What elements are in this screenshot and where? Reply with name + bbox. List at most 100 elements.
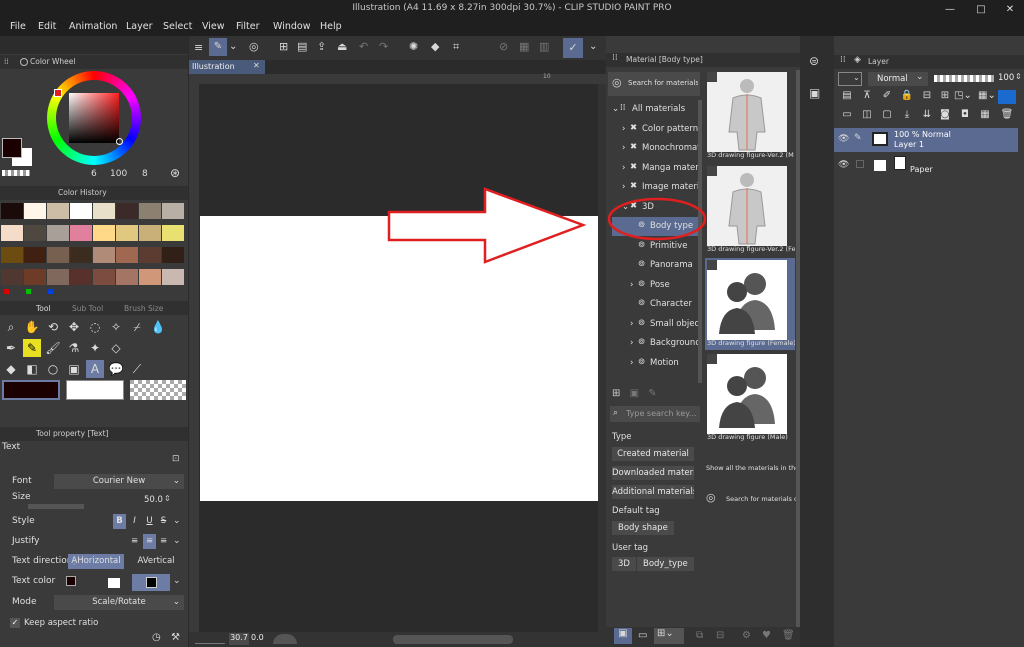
search-materials-button[interactable]: ◎ Search for materials on [608, 72, 700, 96]
color-history-swatch[interactable] [93, 269, 115, 285]
color-history-swatch[interactable] [162, 247, 184, 263]
menu-edit[interactable]: Edit [38, 21, 56, 32]
vertical-button[interactable]: AVertical [128, 554, 184, 569]
tab-brush-size[interactable]: Brush Size [124, 304, 163, 313]
italic-button[interactable]: I [128, 514, 141, 529]
new-folder-icon[interactable]: ▢ [880, 109, 894, 121]
rotation-dial[interactable] [273, 634, 297, 644]
eye-icon[interactable]: 👁 [838, 160, 849, 170]
tree-item-monochromatic[interactable]: › ✖ Monochromatic [612, 139, 700, 158]
menu-file[interactable]: File [10, 21, 26, 32]
color-mode-icon[interactable]: ⊛ [170, 166, 180, 180]
color-history-swatch[interactable] [47, 225, 69, 241]
color-history-swatch[interactable] [93, 247, 115, 263]
color-history-swatch[interactable] [139, 269, 161, 285]
tree-item-pose[interactable]: › ⊚ Pose [612, 276, 700, 295]
lasso-icon[interactable]: ◌ [86, 318, 104, 336]
edit-icon[interactable]: ✎ [648, 388, 656, 399]
layer-row[interactable]: 👁 Paper [834, 155, 1018, 177]
apply-mask-icon[interactable]: ◘ [958, 109, 972, 121]
list-view-icon[interactable]: ▣ [614, 628, 632, 644]
color-history-swatch[interactable] [162, 225, 184, 241]
loading-icon[interactable]: ✺ [409, 40, 418, 53]
mask-icon[interactable]: ⊞ [938, 90, 952, 102]
chevron-down-icon[interactable]: ⌄ [173, 516, 181, 526]
tree-item-panorama[interactable]: ⊚ Panorama [612, 256, 700, 275]
color-history-swatch[interactable] [162, 269, 184, 285]
chevron-down-icon[interactable]: ⌄ [229, 41, 237, 52]
blend-mode-select[interactable]: Normal ⌄ [868, 72, 928, 86]
brush-icon[interactable]: 🖌 [44, 339, 62, 357]
delete-icon[interactable]: 🗑 [782, 630, 795, 641]
color-history-swatch[interactable] [1, 203, 23, 219]
upload-icon[interactable]: ⇪ [317, 40, 326, 53]
menu-animation[interactable]: Animation [69, 21, 117, 32]
menu-icon[interactable]: ≡ [194, 41, 203, 54]
align-center-icon[interactable]: ≡ [143, 534, 156, 549]
menu-layer[interactable]: Layer [126, 21, 153, 32]
snap-icon[interactable]: ✓ [563, 38, 583, 58]
search-materials-link[interactable]: Search for materials on [726, 495, 796, 503]
stepper-icon[interactable]: ⇕ [1015, 72, 1022, 81]
layer-row[interactable]: 👁 ✎ 100 % Normal Layer 1 [834, 128, 1018, 152]
delete-layer-icon[interactable]: 🗑 [1000, 109, 1014, 121]
redo-icon[interactable]: ↷ [379, 40, 388, 53]
palette-color-icon[interactable]: ▦⌄ [978, 90, 996, 102]
navigator-icon[interactable]: ▣ [809, 86, 820, 100]
main-color-chip[interactable] [2, 138, 22, 158]
material-thumbnail[interactable] [707, 354, 787, 434]
menu-select[interactable]: Select [163, 21, 192, 32]
text-icon[interactable]: A [86, 360, 104, 378]
created-material-button[interactable]: Created material [612, 447, 694, 461]
rotation-value[interactable]: 0.0 [251, 633, 267, 645]
color-history-swatch[interactable] [139, 203, 161, 219]
heart-icon[interactable]: ♥ [762, 630, 771, 641]
clip-layer-icon[interactable]: ▤ [840, 90, 854, 102]
material-thumbnail[interactable] [707, 260, 787, 340]
rotate-icon[interactable]: ⟲ [44, 318, 62, 336]
lock-alpha-icon[interactable]: ⊟ [920, 90, 934, 102]
material-thumbnail[interactable] [707, 72, 787, 152]
navigator-slider[interactable] [195, 634, 225, 644]
thumbnail-check[interactable] [707, 260, 717, 270]
hue-marker[interactable] [54, 89, 62, 97]
chevron-right-icon[interactable]: › [630, 358, 633, 368]
text-sub-color[interactable] [108, 578, 120, 588]
fill-icon[interactable]: ◆ [2, 360, 20, 378]
chevron-right-icon[interactable]: › [622, 182, 625, 192]
tab-illustration[interactable]: Illustration ✕ [189, 60, 265, 74]
color-history-swatch[interactable] [70, 247, 92, 263]
color-history-swatch[interactable] [139, 225, 161, 241]
new-file-icon[interactable]: ⊞ [279, 40, 288, 53]
wand-icon[interactable]: ✧ [107, 318, 125, 336]
align-left-icon[interactable]: ≡ [128, 534, 141, 549]
eye-icon[interactable]: 👁 [838, 134, 849, 144]
transfer-down-icon[interactable]: ⤓ [900, 109, 914, 121]
settings-icon[interactable]: ⚙ [742, 630, 751, 641]
color-history-swatch[interactable] [116, 225, 138, 241]
tree-item-all-materials[interactable]: ⌄ ⁞⁞ All materials [612, 100, 700, 119]
layer-check[interactable] [856, 160, 864, 168]
brush-toggle-icon[interactable]: ✎ [209, 38, 227, 56]
chevron-down-icon[interactable]: ⌄ [173, 576, 181, 586]
pen-icon[interactable]: ✒ [2, 339, 20, 357]
clip-studio-icon[interactable]: ◎ [706, 491, 716, 504]
color-history-swatch[interactable] [116, 247, 138, 263]
strike-button[interactable]: S [157, 514, 170, 529]
eraser-icon[interactable]: ◇ [107, 339, 125, 357]
fill-icon[interactable]: ◆ [431, 40, 439, 53]
menu-help[interactable]: Help [320, 21, 342, 32]
zoom-value[interactable]: 30.7 [229, 633, 249, 645]
ruler-icon[interactable]: ⟋ [128, 360, 146, 378]
chevron-down-icon[interactable]: ⌄ [612, 104, 619, 114]
align-right-icon[interactable]: ≡ [157, 534, 170, 549]
lock-icon[interactable]: ⊡ [172, 454, 180, 464]
color-history-swatch[interactable] [24, 203, 46, 219]
tree-item-motion[interactable]: › ⊚ Motion [612, 354, 700, 373]
color-history-swatch[interactable] [93, 203, 115, 219]
ruler-layer-icon[interactable]: ◳⌄ [954, 90, 972, 102]
search-key-field[interactable]: ⌕ Type search key... [610, 406, 700, 422]
clip-studio-icon[interactable]: ◎ [249, 40, 259, 53]
thumbnail-check[interactable] [707, 354, 717, 364]
frame-icon[interactable]: ▣ [65, 360, 83, 378]
